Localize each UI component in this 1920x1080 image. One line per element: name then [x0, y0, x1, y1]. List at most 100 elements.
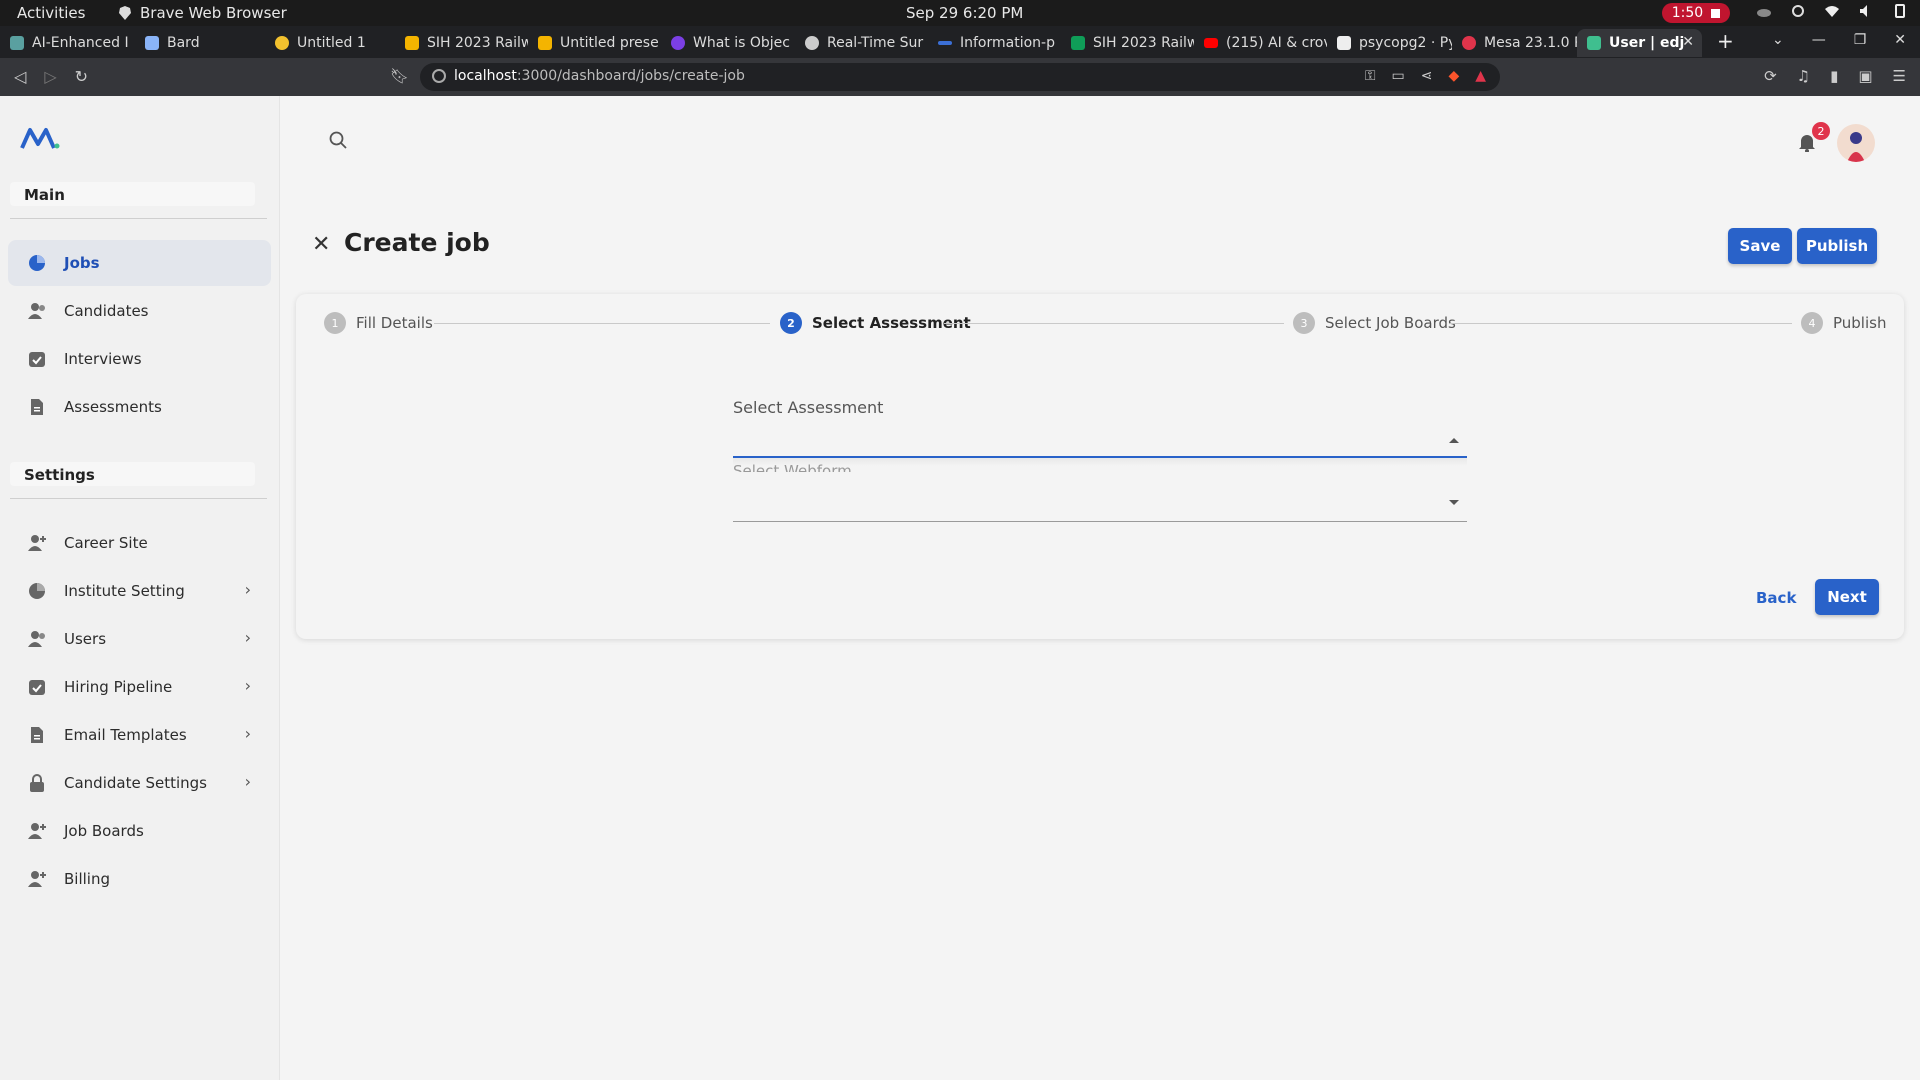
brave-shields-icon[interactable]: ◆	[1448, 68, 1459, 84]
recording-indicator[interactable]: 1:50	[1662, 3, 1730, 23]
clock[interactable]: Sep 29 6:20 PM	[906, 4, 1023, 22]
browser-tab[interactable]: Mesa 23.1.0 R	[1452, 29, 1577, 57]
forward-icon[interactable]: ▷	[44, 67, 56, 86]
share-icon[interactable]: ⋖	[1421, 68, 1433, 84]
browser-tab[interactable]: psycopg2 · Py	[1327, 29, 1452, 57]
wallet-icon[interactable]: ▣	[1858, 67, 1872, 85]
chevron-right-icon: ›	[244, 628, 251, 647]
browser-tab[interactable]: SIH 2023 Railw	[1061, 29, 1194, 57]
site-info-icon[interactable]	[432, 69, 446, 83]
search-icon[interactable]	[329, 131, 347, 149]
bookmark-icon[interactable]: 🔖︎	[390, 67, 409, 85]
minimize-icon[interactable]: —	[1812, 32, 1826, 48]
sidebar-item-label: Candidate Settings	[64, 774, 207, 792]
avatar-image	[1847, 132, 1865, 162]
media-icon[interactable]: ♫	[1797, 67, 1810, 85]
avatar[interactable]	[1837, 124, 1875, 162]
chevron-right-icon: ›	[244, 580, 251, 599]
system-tray[interactable]	[1756, 3, 1908, 19]
caret-up-icon	[1449, 438, 1459, 443]
step-publish[interactable]: 4 Publish	[1801, 312, 1886, 334]
sidebar-item-hiring-pipeline[interactable]: Hiring Pipeline ›	[8, 664, 271, 710]
address-bar[interactable]: localhost:3000/dashboard/jobs/create-job…	[420, 63, 1500, 91]
sidebar-item-label: Job Boards	[64, 822, 144, 840]
new-tab-button[interactable]: +	[1717, 29, 1734, 53]
sidebar-item-jobs[interactable]: Jobs	[8, 240, 271, 286]
tab-label: Untitled prese	[560, 35, 659, 51]
close-icon[interactable]: ✕	[312, 232, 330, 257]
tab-label: SIH 2023 Railw	[427, 35, 528, 51]
sidebar-item-label: Candidates	[64, 302, 149, 320]
brave-icon	[119, 6, 131, 20]
back-icon[interactable]: ◁	[14, 67, 26, 86]
select-assessment-dropdown[interactable]	[733, 420, 1467, 458]
sidebar-item-label: Hiring Pipeline	[64, 678, 173, 696]
key-icon[interactable]: ⚿	[1365, 68, 1376, 84]
sidebar-item-email-templates[interactable]: Email Templates ›	[8, 712, 271, 758]
tab-favicon-icon	[145, 36, 159, 50]
browser-tab[interactable]: Bard	[135, 29, 265, 57]
url-text[interactable]: localhost:3000/dashboard/jobs/create-job	[454, 68, 745, 84]
sidebar-item-assessments[interactable]: Assessments	[8, 384, 271, 430]
browser-tab-active[interactable]: User | edj ✕	[1577, 29, 1702, 57]
save-button[interactable]: Save	[1728, 228, 1792, 264]
close-window-icon[interactable]: ✕	[1894, 32, 1906, 48]
tab-close-icon[interactable]: ✕	[1682, 34, 1694, 50]
step-connector	[434, 323, 770, 324]
browser-tab[interactable]: AI-Enhanced I	[0, 29, 135, 57]
window-controls: ⌄ — ❐ ✕	[1772, 32, 1906, 48]
reload-icon[interactable]: ↻	[75, 67, 88, 86]
sidebar-item-career-site[interactable]: Career Site	[8, 520, 271, 566]
browser-tab[interactable]: Real-Time Sur	[795, 29, 928, 57]
step-number: 2	[780, 312, 802, 334]
browser-tab[interactable]: (215) AI & crov	[1194, 29, 1327, 57]
sidebar-item-users[interactable]: Users ›	[8, 616, 271, 662]
pie-chart-icon	[29, 583, 45, 599]
select-webform-dropdown[interactable]	[733, 466, 1467, 522]
browser-tab[interactable]: Untitled 1	[265, 29, 395, 57]
browser-tab[interactable]: Untitled prese	[528, 29, 661, 57]
tab-label: Untitled 1	[297, 35, 366, 51]
divider	[10, 218, 267, 219]
next-button[interactable]: Next	[1815, 579, 1879, 615]
tab-favicon-icon	[1204, 38, 1218, 48]
restore-icon[interactable]: ❐	[1854, 32, 1867, 48]
step-fill-details[interactable]: 1 Fill Details	[324, 312, 433, 334]
sidebar-item-label: Users	[64, 630, 107, 648]
sidebar-item-billing[interactable]: Billing	[8, 856, 271, 902]
step-label: Fill Details	[356, 314, 433, 332]
tab-label: Information-p	[960, 35, 1055, 51]
sidebar-item-institute-setting[interactable]: Institute Setting ›	[8, 568, 271, 614]
app-logo-icon[interactable]	[20, 126, 60, 150]
back-button[interactable]: Back	[1756, 589, 1796, 607]
sidebar-item-candidate-settings[interactable]: Candidate Settings ›	[8, 760, 271, 806]
sidebar-item-candidates[interactable]: Candidates	[8, 288, 271, 334]
sidebar-item-job-boards[interactable]: Job Boards	[8, 808, 271, 854]
calendar-check-icon	[29, 352, 45, 367]
document-icon	[31, 727, 43, 743]
activities-button[interactable]: Activities	[17, 4, 85, 22]
step-select-assessment[interactable]: 2 Select Assessment	[780, 312, 971, 334]
cast-icon[interactable]: ▭	[1391, 68, 1404, 84]
wifi-icon	[1825, 6, 1839, 17]
app-menu[interactable]: Brave Web Browser	[118, 4, 287, 22]
step-label: Publish	[1833, 314, 1887, 332]
menu-icon[interactable]: ☰	[1893, 67, 1906, 85]
brave-rewards-icon[interactable]: ▲	[1475, 68, 1486, 84]
sidebar-item-label: Jobs	[64, 254, 100, 272]
sidebar-item-interviews[interactable]: Interviews	[8, 336, 271, 382]
lock-icon	[30, 774, 44, 792]
extensions-icon[interactable]: ⟳	[1764, 67, 1777, 85]
step-connector	[944, 323, 1284, 324]
step-select-job-boards[interactable]: 3 Select Job Boards	[1293, 312, 1456, 334]
publish-button[interactable]: Publish	[1797, 228, 1877, 264]
sidebar-item-label: Institute Setting	[64, 582, 185, 600]
extension-icons: ⟳ ♫ ▮ ▣ ☰	[1764, 67, 1906, 85]
tab-search-icon[interactable]: ⌄	[1772, 32, 1784, 48]
sidebar-icon[interactable]: ▮	[1830, 67, 1838, 85]
browser-tab[interactable]: What is Objec	[661, 29, 795, 57]
calendar-check-icon	[29, 680, 45, 695]
browser-tab[interactable]: SIH 2023 Railw	[395, 29, 528, 57]
users-icon	[28, 631, 45, 647]
browser-tab[interactable]: Information-p	[928, 29, 1061, 57]
